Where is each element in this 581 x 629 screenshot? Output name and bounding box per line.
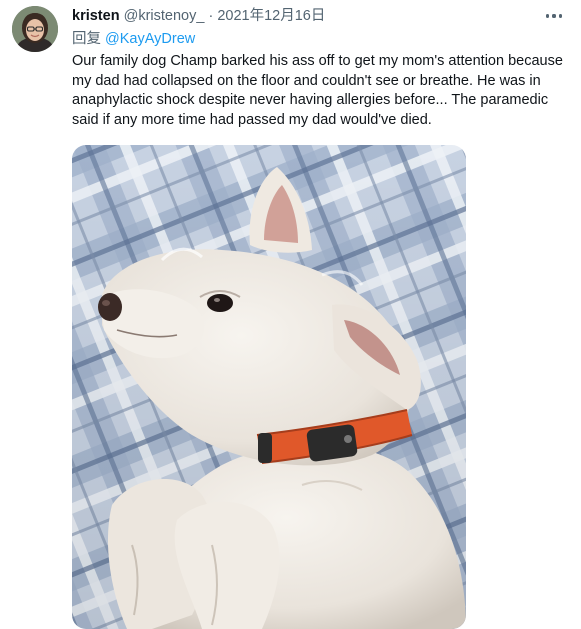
tweet-photo[interactable] (72, 145, 466, 629)
tweet-header: kristen @kristenoy_ · 2021年12月16日 (72, 7, 325, 25)
reply-context: 回复 @KayAyDrew (72, 30, 195, 48)
more-horizontal-icon[interactable] (541, 6, 567, 26)
tweet-card[interactable]: kristen @kristenoy_ · 2021年12月16日 回复 @Ka… (0, 0, 581, 629)
author-name[interactable]: kristen (72, 8, 120, 24)
reply-prefix: 回复 (72, 31, 101, 47)
tweet-text: Our family dog Champ barked his ass off … (72, 53, 563, 128)
reply-mention-link[interactable]: @KayAyDrew (105, 31, 195, 47)
tweet-timestamp[interactable]: 2021年12月16日 (217, 8, 325, 24)
header-separator: · (208, 8, 214, 24)
author-avatar[interactable] (12, 6, 58, 52)
author-handle[interactable]: @kristenoy_ (124, 8, 205, 24)
